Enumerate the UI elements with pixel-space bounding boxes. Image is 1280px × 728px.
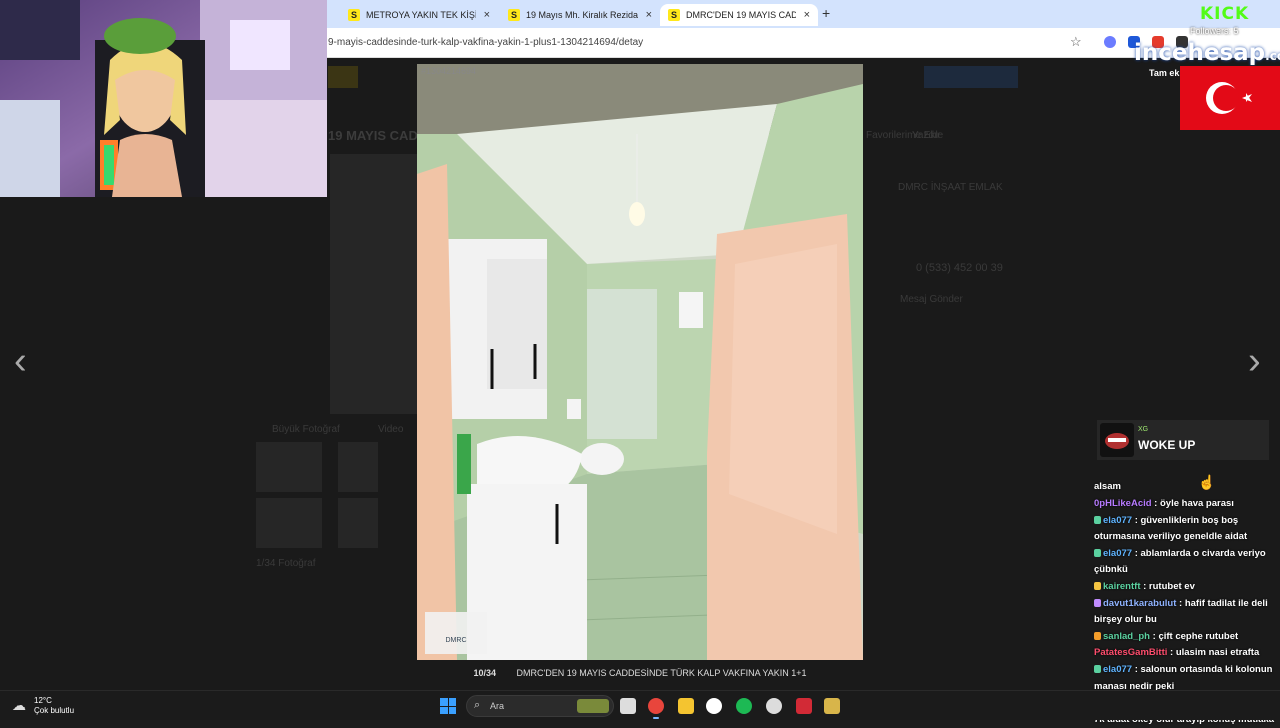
chat-message: 0pHLikeAcid : öyle hava parası	[1094, 496, 1280, 512]
chat-message: sanlad_ph : çift cephe rutubet	[1094, 629, 1280, 645]
start-button[interactable]	[440, 698, 456, 714]
chat-badge-icon	[1094, 581, 1101, 590]
chat-badge-icon	[1094, 548, 1101, 557]
photo-counter: 10/34	[473, 668, 496, 678]
sahibinden-favicon-icon: S	[668, 9, 680, 21]
listing-caption-title: DMRC'DEN 19 MAYIS CADDESİNDE TÜRK KALP V…	[516, 668, 807, 678]
agent-name[interactable]: DMRC İNŞAAT EMLAK	[898, 182, 1003, 193]
chat-badge-icon	[1094, 598, 1101, 607]
fullscreen-hint: Tam ek	[1149, 68, 1180, 78]
message-link[interactable]: Mesaj Gönder	[900, 294, 963, 305]
tab-close-icon[interactable]: ×	[484, 9, 490, 21]
chat-text: : rutubet ev	[1140, 580, 1195, 592]
chat-text: : öyle hava parası	[1151, 497, 1234, 509]
lightbox-photo[interactable]: DMRC	[417, 64, 863, 660]
avatar	[1100, 423, 1134, 457]
tab-19-mayis[interactable]: S 19 Mayıs Mh. Kiralık Rezidans, Y ×	[500, 4, 660, 26]
chat-username[interactable]: sanlad_ph	[1103, 631, 1150, 642]
thumbnail[interactable]	[338, 498, 378, 548]
game-launcher-icon[interactable]	[824, 698, 840, 714]
photo-id-label: #1304214694	[421, 66, 477, 76]
new-tab-button[interactable]: +	[822, 5, 830, 21]
tab-metroya[interactable]: S METROYA YAKIN TEK KİŞİLİK EŞ ×	[318, 4, 498, 26]
search-highlight-icon	[577, 699, 609, 713]
subscription-tag: XG	[1138, 426, 1149, 433]
tab-label: METROYA YAKIN TEK KİŞİLİK EŞ	[366, 10, 476, 20]
prev-photo-button[interactable]: ‹	[14, 340, 27, 383]
photo-tab-video[interactable]: Video	[378, 424, 403, 435]
steam-icon[interactable]	[766, 698, 782, 714]
weather-temperature[interactable]: 12°C	[34, 696, 52, 705]
chat-message: alsam	[1094, 479, 1280, 495]
thumbnail[interactable]	[256, 442, 322, 492]
chat-message: ela077 : güvenliklerin boş boş oturmasın…	[1094, 513, 1280, 546]
chat-badge-icon	[1094, 515, 1101, 524]
chat-username[interactable]: PatatesGamBitti	[1094, 647, 1167, 658]
chat-message: kairentft : rutubet ev	[1094, 579, 1280, 595]
tab-close-icon[interactable]: ×	[646, 9, 652, 21]
extension-icon[interactable]	[1104, 36, 1116, 48]
chat-username[interactable]: kairentft	[1103, 581, 1140, 592]
chat-message: PatatesGamBitti : ulasim nasi etrafta	[1094, 645, 1280, 661]
tab-label: DMRC'DEN 19 MAYIS CADDESİ	[686, 10, 796, 20]
site-logo	[328, 66, 358, 88]
chrome-icon[interactable]	[648, 698, 664, 719]
chat-username[interactable]: ela077	[1103, 548, 1132, 559]
chat-text: : ulasim nasi etrafta	[1167, 647, 1260, 659]
chat-username[interactable]: ela077	[1103, 664, 1132, 675]
photo-watermark: DMRC	[446, 637, 467, 644]
chat-message: ela077 : ablamlarda o civarda veriyo çüb…	[1094, 546, 1280, 579]
windows-taskbar: ☁ 12°C Çok bulutlu ⌕ Ara	[0, 690, 1280, 720]
tab-close-icon[interactable]: ×	[804, 9, 810, 21]
main-photo	[330, 154, 418, 414]
webcam-feed-image	[0, 0, 327, 197]
sahibinden-favicon-icon: S	[508, 9, 520, 21]
bathroom-photo-image: DMRC	[417, 64, 863, 660]
chat-text: alsam	[1094, 481, 1121, 492]
chat-text: : çift cephe rutubet	[1150, 630, 1239, 642]
photo-count-text: 1/34 Fotoğraf	[256, 558, 316, 569]
mouse-cursor-icon: ☝	[1198, 474, 1216, 490]
webcam-overlay	[0, 0, 327, 197]
file-explorer-icon[interactable]	[678, 698, 694, 714]
turkish-flag-icon	[1180, 66, 1280, 130]
sponsor-name: incehesap	[1134, 40, 1266, 66]
tab-dmrc[interactable]: S DMRC'DEN 19 MAYIS CADDESİ ×	[660, 4, 818, 26]
chat-username[interactable]: 0pHLikeAcid	[1094, 498, 1152, 509]
sponsor-domain: .com	[1265, 49, 1280, 63]
chat-badge-icon	[1094, 665, 1101, 674]
search-icon: ⌕	[474, 699, 481, 711]
weather-cloud-icon[interactable]: ☁	[12, 697, 26, 714]
url-field[interactable]: 9-mayis-caddesinde-turk-kalp-vakfina-yak…	[328, 37, 643, 48]
agent-phone: 0 (533) 452 00 39	[916, 262, 1003, 274]
bookmark-star-icon[interactable]: ☆	[1070, 34, 1082, 50]
subscription-message: WOKE UP	[1138, 438, 1196, 452]
xbox-icon[interactable]	[706, 698, 722, 714]
chat-message: davut1karabulut : hafif tadilat ile deli…	[1094, 596, 1280, 629]
header-button	[924, 66, 1018, 88]
kick-logo: KICK	[1200, 4, 1250, 24]
spotify-icon[interactable]	[736, 698, 752, 714]
chat-username[interactable]: davut1karabulut	[1103, 598, 1176, 609]
photo-tab-large[interactable]: Büyük Fotoğraf	[272, 424, 340, 435]
weather-condition[interactable]: Çok bulutlu	[34, 706, 74, 715]
subscription-alert: XG WOKE UP	[1097, 420, 1269, 460]
taskbar-search[interactable]: ⌕ Ara	[466, 695, 614, 717]
sponsor-logo: incehesap.com	[1134, 40, 1280, 66]
chat-badge-icon	[1094, 631, 1101, 640]
next-photo-button[interactable]: ›	[1248, 340, 1261, 383]
chat-username[interactable]: ela077	[1103, 515, 1132, 526]
print-link[interactable]: Yazdır	[912, 130, 940, 141]
sahibinden-favicon-icon: S	[348, 9, 360, 21]
search-label: Ara	[490, 701, 505, 711]
tab-label: 19 Mayıs Mh. Kiralık Rezidans, Y	[526, 10, 638, 20]
followers-counter: Followers: 5	[1190, 26, 1239, 36]
thumbnail[interactable]	[338, 442, 378, 492]
lightbox-caption: 10/34 DMRC'DEN 19 MAYIS CADDESİNDE TÜRK …	[0, 668, 1280, 686]
media-app-icon[interactable]	[796, 698, 812, 714]
thumbnail[interactable]	[256, 498, 322, 548]
task-view-icon[interactable]	[620, 698, 636, 714]
